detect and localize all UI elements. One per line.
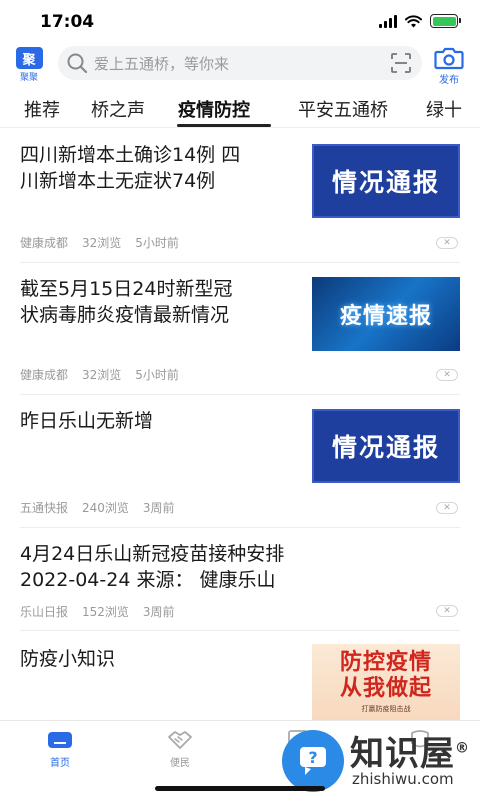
tab-recommend[interactable]: 推荐 [24, 96, 60, 122]
news-source: 健康成都 [20, 368, 69, 382]
news-thumbnail: 防控疫情 从我做起 打赢防疫阻击战 [312, 644, 460, 720]
news-meta: 五通快报 240浏览 3周前 [20, 499, 175, 516]
handshake-icon [168, 731, 192, 749]
nav-convenience[interactable]: 便民 [150, 729, 210, 769]
search-bar[interactable]: 爱上五通桥，等你来 [58, 46, 422, 80]
news-thumbnail: 疫情速报 [312, 277, 460, 351]
signal-icon [379, 14, 397, 28]
status-icons [379, 14, 461, 28]
battery-icon [430, 14, 461, 28]
news-meta: 健康成都 32浏览 5小时前 [20, 366, 179, 383]
juju-label: 聚聚 [19, 73, 38, 83]
tab-safe-wutongqiao[interactable]: 平安五通桥 [298, 96, 388, 122]
news-thumbnail: 情况通报 [312, 144, 460, 218]
tab-green[interactable]: 绿十 [426, 96, 462, 122]
divider [20, 630, 460, 631]
category-tabs: 推荐 桥之声 疫情防控 平安五通桥 绿十 [0, 88, 480, 128]
news-title: 4月24日乐山新冠疫苗接种安排 2022-04-24 来源： 健康乐山 [20, 543, 285, 591]
tab-epidemic-control[interactable]: 疫情防控 [178, 96, 250, 122]
home-icon [48, 732, 72, 748]
news-source: 健康成都 [20, 236, 69, 250]
divider [20, 527, 460, 528]
active-tab-indicator [177, 124, 271, 127]
status-bar: 17:04 [0, 0, 480, 44]
top-header: 聚 聚聚 爱上五通桥，等你来 发布 [0, 44, 480, 86]
nav-home[interactable]: 首页 [30, 729, 90, 769]
publish-label: 发布 [439, 75, 459, 86]
publish-button[interactable]: 发布 [432, 46, 466, 86]
juju-button[interactable]: 聚 聚聚 [14, 47, 44, 83]
svg-text:?: ? [308, 748, 317, 767]
juju-logo-icon: 聚 [15, 47, 43, 69]
news-time: 3周前 [142, 605, 175, 619]
news-views: 32浏览 [82, 236, 122, 250]
divider [20, 262, 460, 263]
news-meta: 乐山日报 152浏览 3周前 [20, 603, 175, 620]
news-time: 5小时前 [135, 368, 179, 382]
search-placeholder: 爱上五通桥，等你来 [94, 54, 230, 73]
news-time: 3周前 [142, 501, 175, 515]
wifi-icon [405, 14, 422, 27]
news-title: 昨日乐山无新增 [20, 410, 154, 432]
news-views: 32浏览 [82, 368, 122, 382]
dismiss-icon[interactable]: ✕ [436, 502, 458, 514]
divider [20, 394, 460, 395]
news-time: 5小时前 [135, 236, 179, 250]
news-title: 四川新增本土确诊14例 四 川新增本土无症状74例 [20, 144, 241, 192]
news-source: 乐山日报 [20, 605, 69, 619]
dismiss-icon[interactable]: ✕ [436, 369, 458, 381]
news-thumbnail: 情况通报 [312, 409, 460, 483]
search-icon [67, 53, 88, 74]
dismiss-icon[interactable]: ✕ [436, 237, 458, 249]
watermark-url: zhishiwu.com [352, 770, 454, 788]
status-time: 17:04 [40, 12, 95, 32]
news-meta: 健康成都 32浏览 5小时前 [20, 234, 179, 251]
news-views: 240浏览 [82, 501, 129, 515]
home-indicator [155, 786, 325, 791]
dismiss-icon[interactable]: ✕ [436, 605, 458, 617]
scan-icon[interactable] [390, 52, 412, 74]
tab-bridge-voice[interactable]: 桥之声 [91, 96, 145, 122]
watermark-logo-icon: ? [282, 730, 344, 792]
watermark-name: 知识屋® [350, 734, 470, 774]
news-views: 152浏览 [82, 605, 129, 619]
news-title: 防疫小知识 [20, 648, 116, 670]
news-source: 五通快报 [20, 501, 69, 515]
camera-icon [434, 47, 464, 70]
news-title: 截至5月15日24时新型冠 状病毒肺炎疫情最新情况 [20, 278, 233, 326]
